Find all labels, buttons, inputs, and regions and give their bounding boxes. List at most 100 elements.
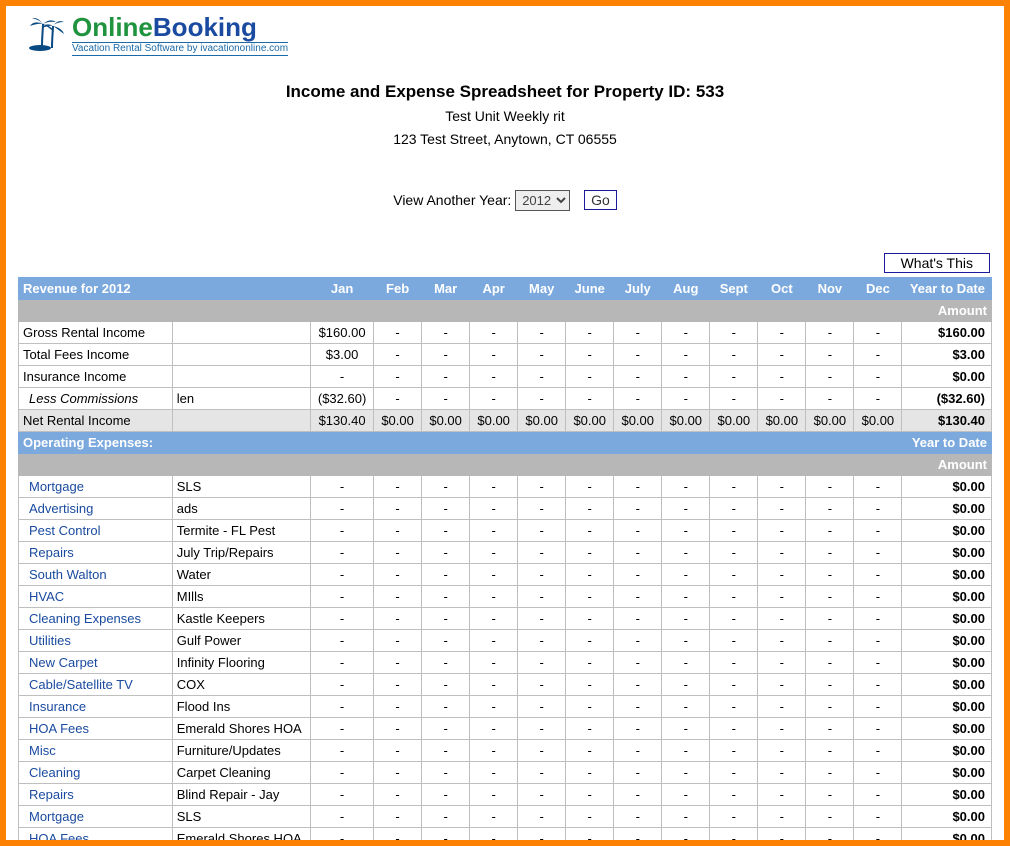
cell: -	[854, 673, 902, 695]
cell: -	[710, 827, 758, 846]
cell: -	[566, 585, 614, 607]
cell: -	[662, 805, 710, 827]
expense-link[interactable]: New Carpet	[19, 651, 173, 673]
cell: -	[662, 739, 710, 761]
row-vendor: Blind Repair - Jay	[172, 783, 310, 805]
expense-link[interactable]: HOA Fees	[19, 827, 173, 846]
cell: -	[566, 739, 614, 761]
cell: -	[374, 629, 422, 651]
cell: -	[470, 497, 518, 519]
cell: -	[854, 717, 902, 739]
cell: -	[374, 475, 422, 497]
cell: -	[422, 387, 470, 409]
cell: -	[374, 717, 422, 739]
cell: -	[854, 761, 902, 783]
expense-link[interactable]: HOA Fees	[19, 717, 173, 739]
cell: -	[662, 519, 710, 541]
cell: -	[614, 343, 662, 365]
cell: -	[566, 695, 614, 717]
ytd-cell: $0.00	[902, 651, 992, 673]
cell: -	[374, 739, 422, 761]
cell: -	[710, 365, 758, 387]
col-mar: Mar	[422, 277, 470, 299]
expense-link[interactable]: Cable/Satellite TV	[19, 673, 173, 695]
expense-link[interactable]: Cleaning Expenses	[19, 607, 173, 629]
table-row: MortgageSLS------------$0.00	[19, 805, 992, 827]
cell: -	[311, 673, 374, 695]
cell: -	[710, 497, 758, 519]
expense-link[interactable]: Insurance	[19, 695, 173, 717]
cell: -	[374, 497, 422, 519]
cell: -	[470, 585, 518, 607]
cell: -	[374, 343, 422, 365]
cell: -	[422, 475, 470, 497]
cell: -	[470, 673, 518, 695]
cell: -	[854, 563, 902, 585]
cell: -	[854, 651, 902, 673]
cell: -	[311, 497, 374, 519]
row-vendor: SLS	[172, 805, 310, 827]
ytd-cell: $0.00	[902, 629, 992, 651]
cell: $0.00	[566, 409, 614, 431]
expense-link[interactable]: Mortgage	[19, 805, 173, 827]
expense-link[interactable]: Repairs	[19, 541, 173, 563]
cell: -	[422, 343, 470, 365]
ytd-cell: $3.00	[902, 343, 992, 365]
cell: -	[662, 651, 710, 673]
table-row: Cleaning ExpensesKastle Keepers---------…	[19, 607, 992, 629]
expense-link[interactable]: Mortgage	[19, 475, 173, 497]
expense-link[interactable]: Pest Control	[19, 519, 173, 541]
cell: -	[758, 651, 806, 673]
net-rental-row: Net Rental Income$130.40$0.00$0.00$0.00$…	[19, 409, 992, 431]
go-button[interactable]: Go	[584, 190, 617, 210]
cell: -	[710, 563, 758, 585]
cell: -	[374, 321, 422, 343]
cell: -	[518, 541, 566, 563]
cell: -	[854, 695, 902, 717]
cell: -	[710, 519, 758, 541]
whats-this-button[interactable]: What's This	[884, 253, 990, 273]
cell: -	[470, 695, 518, 717]
cell: -	[854, 475, 902, 497]
cell: -	[854, 519, 902, 541]
expense-link[interactable]: Cleaning	[19, 761, 173, 783]
cell: -	[374, 585, 422, 607]
table-row: New CarpetInfinity Flooring------------$…	[19, 651, 992, 673]
cell: -	[854, 365, 902, 387]
cell: -	[614, 673, 662, 695]
logo[interactable]: OnlineBooking Vacation Rental Software b…	[18, 10, 992, 56]
expense-link[interactable]: Utilities	[19, 629, 173, 651]
expense-link[interactable]: Repairs	[19, 783, 173, 805]
cell: -	[566, 365, 614, 387]
row-vendor: ads	[172, 497, 310, 519]
cell: -	[710, 585, 758, 607]
cell: $160.00	[311, 321, 374, 343]
ytd-cell: $0.00	[902, 761, 992, 783]
cell: -	[518, 695, 566, 717]
cell: -	[518, 673, 566, 695]
cell: -	[806, 365, 854, 387]
cell: -	[374, 607, 422, 629]
table-row: Less Commissionslen($32.60)-----------($…	[19, 387, 992, 409]
year-select[interactable]: 2012	[515, 190, 570, 211]
row-name: Gross Rental Income	[19, 321, 173, 343]
cell: -	[518, 497, 566, 519]
table-row: HOA FeesEmerald Shores HOA------------$0…	[19, 717, 992, 739]
expense-link[interactable]: HVAC	[19, 585, 173, 607]
cell: -	[854, 629, 902, 651]
cell: -	[614, 475, 662, 497]
cell: -	[758, 563, 806, 585]
cell: -	[518, 343, 566, 365]
cell: -	[614, 651, 662, 673]
cell: $0.00	[470, 409, 518, 431]
expense-link[interactable]: Misc	[19, 739, 173, 761]
row-vendor: Infinity Flooring	[172, 651, 310, 673]
ytd-cell: $130.40	[902, 409, 992, 431]
row-vendor: July Trip/Repairs	[172, 541, 310, 563]
cell: -	[374, 651, 422, 673]
cell: -	[662, 783, 710, 805]
cell: -	[566, 475, 614, 497]
expense-link[interactable]: Advertising	[19, 497, 173, 519]
cell: -	[311, 651, 374, 673]
expense-link[interactable]: South Walton	[19, 563, 173, 585]
